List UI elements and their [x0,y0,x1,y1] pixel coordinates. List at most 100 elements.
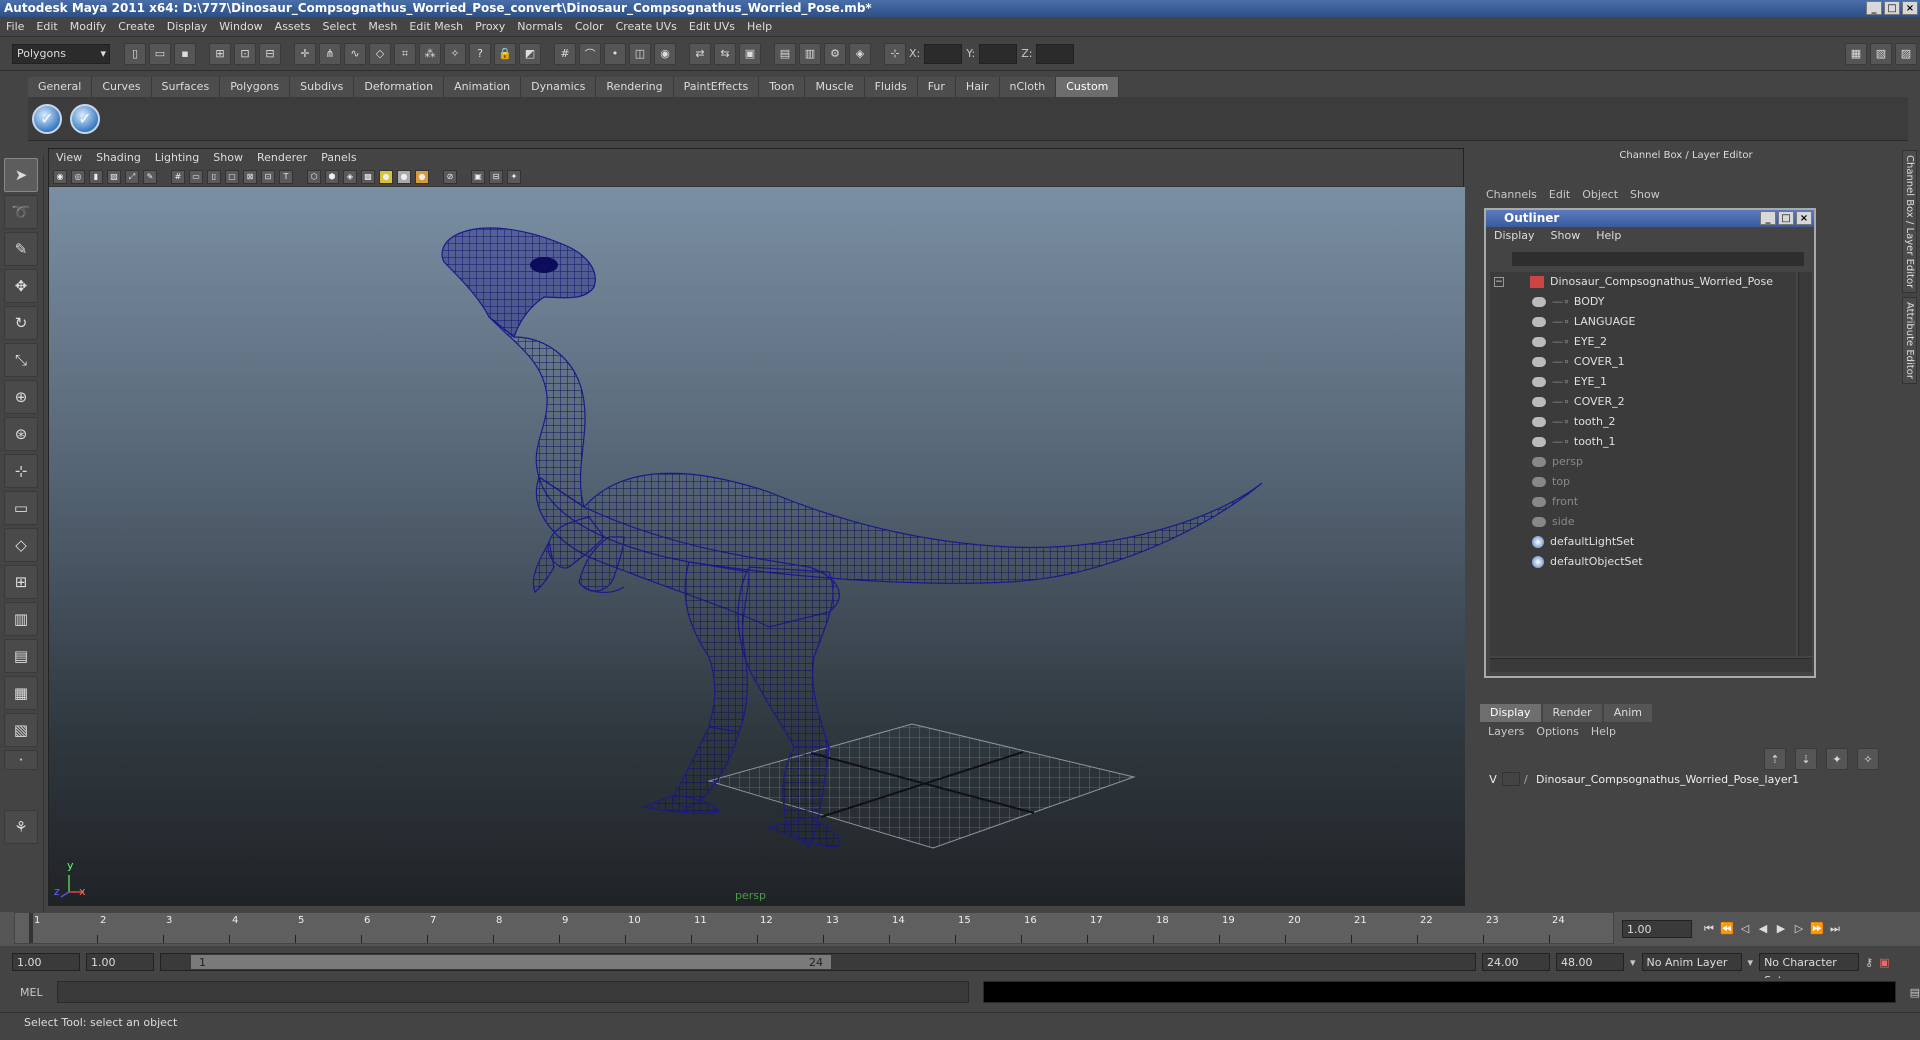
more-layouts-icon[interactable]: · [4,750,38,770]
textured-icon[interactable]: ▩ [361,169,375,184]
make-live-icon[interactable]: ◉ [654,42,676,65]
script-editor-icon[interactable]: ▤ [1910,986,1920,999]
move-layer-up-icon[interactable]: ⇡ [1764,748,1786,770]
viewport-menu-shading[interactable]: Shading [89,149,148,167]
menu-select[interactable]: Select [316,17,362,37]
shelf-tab-rendering[interactable]: Rendering [596,77,674,97]
list-item[interactable]: —∘ tooth_2 [1490,412,1796,432]
move-layer-down-icon[interactable]: ⇣ [1795,748,1817,770]
snap-grid-icon[interactable]: # [554,42,576,65]
custom-shelf-check-icon[interactable]: ✓ [70,103,100,134]
close-button[interactable]: × [1902,1,1918,15]
maximize-button[interactable]: □ [1778,211,1794,225]
hypershade-icon[interactable]: ◈ [849,42,871,65]
select-hierarchy-icon[interactable]: ⊞ [209,42,231,65]
field-chart-icon[interactable]: ⊠ [243,169,257,184]
select-dynamics-icon[interactable]: ⁂ [419,42,441,65]
save-scene-icon[interactable]: ▪ [174,42,196,65]
camera-select-icon[interactable]: ◉ [53,169,67,184]
menu-assets[interactable]: Assets [269,17,317,37]
step-back-key-icon[interactable]: ⏪ [1718,921,1736,937]
minimize-button[interactable]: _ [1866,1,1882,15]
film-gate-icon[interactable]: ▭ [189,169,203,184]
outliner-filter-input[interactable] [1512,252,1804,266]
range-slider-track[interactable]: 1 24 [160,953,1476,971]
layer-visibility-toggle[interactable]: V [1484,773,1502,786]
menu-normals[interactable]: Normals [511,17,569,37]
range-slider-handle[interactable]: 1 24 [191,955,831,969]
shelf-tab-toon[interactable]: Toon [759,77,806,97]
gate-mask-icon[interactable]: ▢ [225,169,239,184]
playback-start-field[interactable]: 1.00 [86,953,154,971]
shelf-tab-dynamics[interactable]: Dynamics [521,77,597,97]
snap-curve-icon[interactable]: ⌒ [579,42,601,65]
list-item[interactable]: —∘ EYE_1 [1490,372,1796,392]
layer-row[interactable]: V / Dinosaur_Compsognathus_Worried_Pose_… [1484,770,1884,788]
step-forward-frame-icon[interactable]: ▷ [1790,921,1808,937]
key-icon[interactable]: ⚷ [1865,956,1873,969]
select-joints-icon[interactable]: ⋔ [319,42,341,65]
move-tool-icon[interactable]: ✥ [4,269,38,303]
resolution-gate-icon[interactable]: ▯ [207,169,221,184]
show-manipulator-icon[interactable]: ⊹ [4,454,38,488]
menu-edit-uvs[interactable]: Edit UVs [683,17,741,37]
menu-display[interactable]: Display [161,17,214,37]
lock-selection-icon[interactable]: 🔒 [494,42,516,65]
select-component-icon[interactable]: ⊟ [259,42,281,65]
shelf-tab-general[interactable]: General [28,77,93,97]
shelf-tab-subdivs[interactable]: Subdivs [290,77,355,97]
tab-channel-box[interactable]: Channel Box / Layer Editor [1902,150,1917,294]
viewport-menu-lighting[interactable]: Lighting [148,149,206,167]
y-field[interactable] [979,43,1018,64]
tab-attribute-editor[interactable]: Attribute Editor [1902,297,1917,385]
shelf-tab-custom[interactable]: Custom [1056,77,1120,97]
time-slider[interactable]: 1 2 3 4 5 6 7 8 9 10 11 12 13 14 15 16 17 18 19 20 21 22 23 24 … [0,912,1920,946]
xray-components-icon[interactable]: ✦ [507,169,521,184]
mel-command-input[interactable] [56,981,970,1003]
list-item[interactable]: front [1490,492,1796,512]
perspective-viewport[interactable]: View Shading Lighting Show Renderer Pane… [48,148,1465,906]
menu-color[interactable]: Color [569,17,610,37]
select-handles-icon[interactable]: ✛ [294,42,316,65]
current-frame-field[interactable]: 1.00 [1622,920,1692,938]
new-scene-icon[interactable]: ▯ [124,42,146,65]
list-item[interactable]: persp [1490,452,1796,472]
select-object-icon[interactable]: ⊡ [234,42,256,65]
render-settings-icon[interactable]: ⚙ [824,42,846,65]
construction-history-icon[interactable]: ⇆ [714,42,736,65]
soft-modification-icon[interactable]: ⊛ [4,417,38,451]
quick-layout-icon[interactable]: ⚘ [4,810,38,844]
xray-icon[interactable]: ▣ [471,169,485,184]
list-item[interactable]: —∘ BODY [1490,292,1796,312]
menu-set-dropdown[interactable]: Polygons ▾ [12,43,110,64]
character-set-dropdown[interactable]: No Character Set [1759,953,1860,987]
new-layer-selected-icon[interactable]: ✧ [1857,748,1879,770]
playback-end-field[interactable]: 24.00 [1482,953,1550,971]
scale-tool-icon[interactable]: ⤡ [4,343,38,377]
go-to-start-icon[interactable]: ⏮ [1700,921,1718,937]
safe-title-icon[interactable]: T [279,169,293,184]
rotate-tool-icon[interactable]: ↻ [4,306,38,340]
tab-anim[interactable]: Anim [1603,704,1652,722]
menu-create-uvs[interactable]: Create UVs [610,17,683,37]
list-item[interactable]: —∘ tooth_1 [1490,432,1796,452]
shelf-tab-ncloth[interactable]: nCloth [999,77,1057,97]
animation-start-field[interactable]: 1.00 [12,953,80,971]
four-view-layout-icon[interactable]: ⊞ [4,565,38,599]
list-item[interactable]: —∘ COVER_1 [1490,352,1796,372]
highlight-selection-icon[interactable]: ◩ [519,42,541,65]
open-scene-icon[interactable]: ▭ [149,42,171,65]
z-field[interactable] [1036,43,1075,64]
shelf-tab-deformation[interactable]: Deformation [354,77,445,97]
all-lights-icon[interactable]: ● [397,169,411,184]
x-field[interactable] [924,43,963,64]
maximize-button[interactable]: □ [1884,1,1900,15]
tab-render[interactable]: Render [1542,704,1602,722]
select-misc-icon[interactable]: ? [469,42,491,65]
minimize-button[interactable]: _ [1760,211,1776,225]
persp-outliner-layout-icon[interactable]: ▥ [4,602,38,636]
menu-object[interactable]: Object [1576,188,1624,201]
list-item[interactable]: defaultLightSet [1490,532,1796,552]
wireframe-icon[interactable]: ⬡ [307,169,321,184]
ipr-render-icon[interactable]: ▥ [799,42,821,65]
